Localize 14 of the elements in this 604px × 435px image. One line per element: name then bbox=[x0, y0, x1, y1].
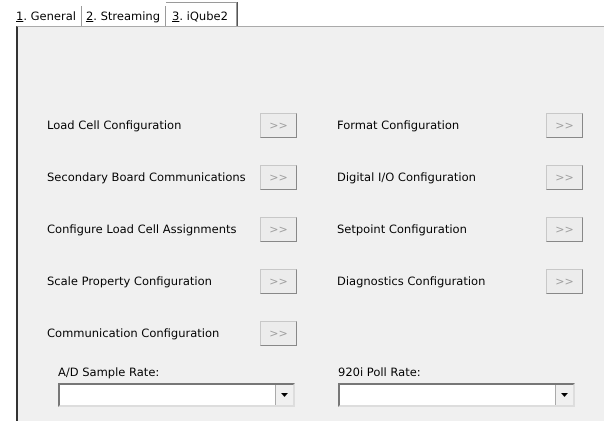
dropdown[interactable] bbox=[58, 383, 295, 407]
config-label: Load Cell Configuration bbox=[47, 116, 182, 134]
config-label: Communication Configuration bbox=[47, 324, 220, 342]
config-label: Format Configuration bbox=[337, 116, 460, 134]
dropdown[interactable] bbox=[338, 383, 575, 407]
tab[interactable]: 3. iQube2 bbox=[166, 2, 237, 26]
config-label: Scale Property Configuration bbox=[47, 272, 213, 290]
config-label: Digital I/O Configuration bbox=[337, 168, 477, 186]
config-label: Diagnostics Configuration bbox=[337, 272, 486, 290]
config-label: Configure Load Cell Assignments bbox=[47, 220, 238, 238]
config-label: Setpoint Configuration bbox=[337, 220, 468, 238]
field-label: 920i Poll Rate: bbox=[338, 365, 422, 379]
field-label: A/D Sample Rate: bbox=[58, 365, 160, 379]
config-label: Secondary Board Communications bbox=[47, 168, 247, 186]
